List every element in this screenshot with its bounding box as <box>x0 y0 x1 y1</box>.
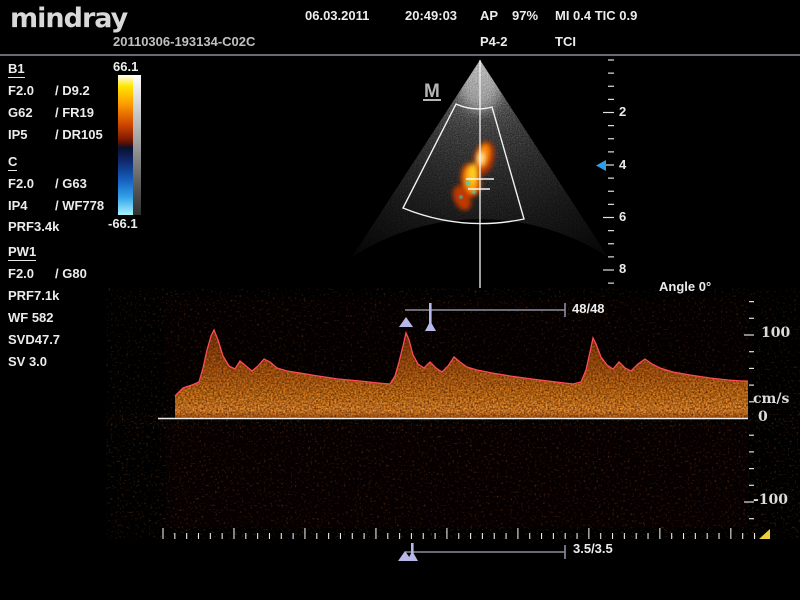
param-value: / D9.2 <box>55 84 90 98</box>
param-label: G62 <box>8 106 33 120</box>
gray-map-gradient <box>133 75 141 215</box>
acoustic-power-label: AP <box>480 9 498 23</box>
param-label: F2.0 <box>8 84 34 98</box>
section-title-pw1: PW1 <box>8 245 36 261</box>
velocity-scale-top: 100 <box>761 326 790 340</box>
time-display: 20:49:03 <box>405 9 457 23</box>
param-label: IP4 <box>8 199 28 213</box>
probe-name: P4-2 <box>480 35 507 49</box>
param-label: PRF7.1k <box>8 289 59 303</box>
depth-label-4: 4 <box>619 158 626 172</box>
loop-scrollbar[interactable] <box>398 543 565 561</box>
header-divider <box>0 54 800 56</box>
velocity-scale-zero: 0 <box>758 410 768 424</box>
exam-id: 20110306-193134-C02C <box>113 35 255 49</box>
frame-counter: 48/48 <box>572 302 605 316</box>
param-value: / G80 <box>55 267 87 281</box>
depth-label-6: 6 <box>619 210 626 224</box>
param-label: F2.0 <box>8 177 34 191</box>
time-marker-triangle <box>759 529 770 539</box>
date-display: 06.03.2011 <box>305 9 369 23</box>
color-scale-max: 66.1 <box>113 60 138 74</box>
param-value: / WF778 <box>55 199 104 213</box>
acoustic-power-value: 97% <box>512 9 538 23</box>
depth-label-8: 8 <box>619 262 626 276</box>
section-title-b1: B1 <box>8 62 25 78</box>
param-label: F2.0 <box>8 267 34 281</box>
velocity-unit: cm/s <box>753 392 789 406</box>
color-scale-min: -66.1 <box>108 217 138 231</box>
param-label: IP5 <box>8 128 28 142</box>
param-value: / G63 <box>55 177 87 191</box>
color-scale-bar <box>118 75 141 215</box>
depth-ruler <box>603 60 614 283</box>
mi-tic-indices: MI 0.4 TIC 0.9 <box>555 9 637 23</box>
param-label: SVD47.7 <box>8 333 60 347</box>
depth-label-2: 2 <box>619 105 626 119</box>
mindray-logo: mindray <box>10 12 127 26</box>
param-label: WF 582 <box>8 311 54 325</box>
imaging-mode-tci: TCI <box>555 35 576 49</box>
section-title-c: C <box>8 155 17 171</box>
velocity-scale-bottom: -100 <box>753 493 788 507</box>
loop-counter: 3.5/3.5 <box>573 542 613 556</box>
param-value: / FR19 <box>55 106 94 120</box>
angle-readout: Angle 0° <box>659 280 711 294</box>
color-map-gradient <box>118 75 133 215</box>
param-value: / DR105 <box>55 128 103 142</box>
ultrasound-screen: mindray 20110306-193134-C02C 06.03.2011 … <box>0 0 800 600</box>
param-label: SV 3.0 <box>8 355 47 369</box>
param-label: PRF3.4k <box>8 220 59 234</box>
focus-marker[interactable] <box>596 160 606 171</box>
time-ruler <box>163 528 766 539</box>
orientation-marker-m: M <box>423 85 441 101</box>
